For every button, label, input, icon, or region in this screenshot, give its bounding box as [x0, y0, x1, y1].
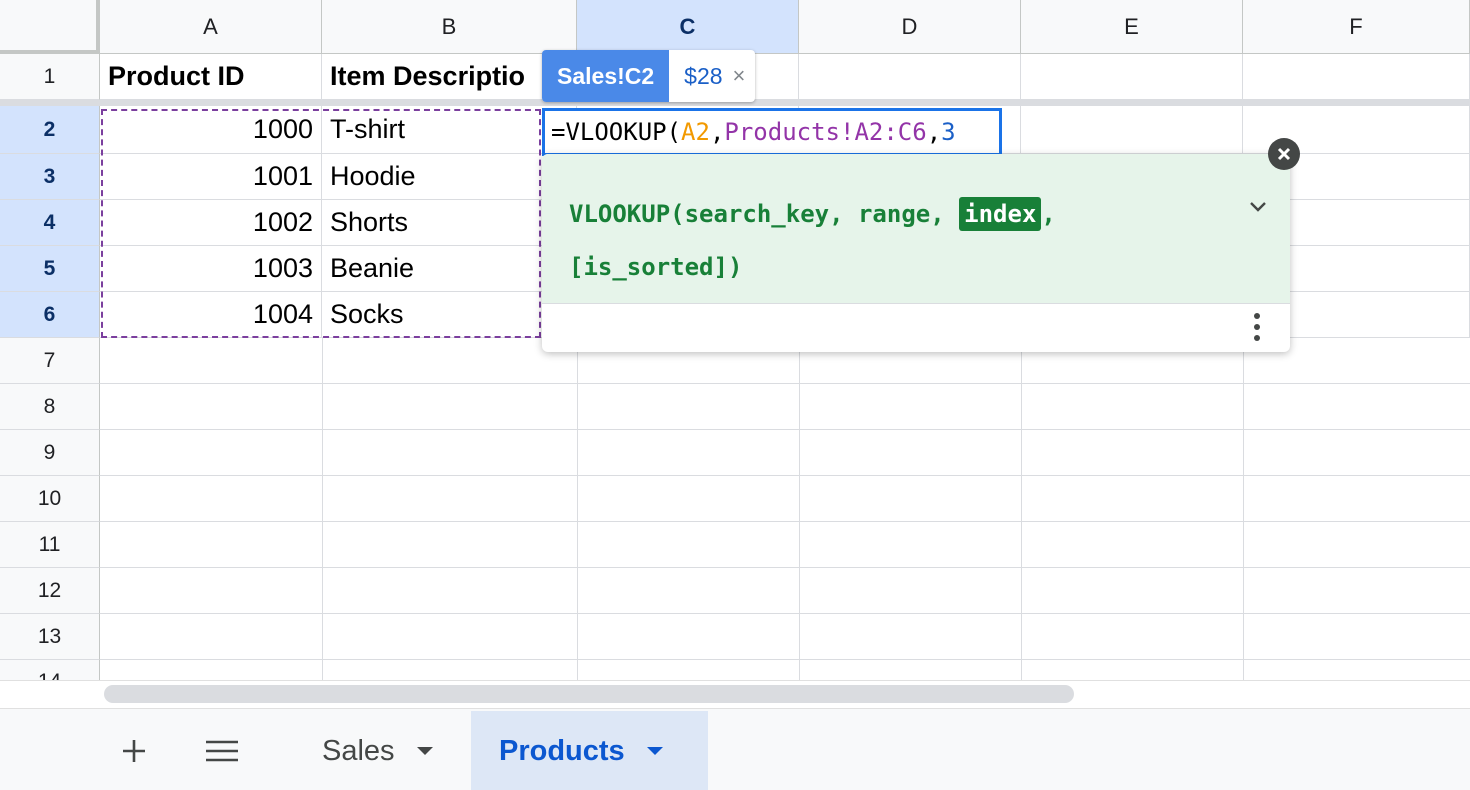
column-header-c[interactable]: C: [577, 0, 799, 54]
row-header-5[interactable]: 5: [0, 246, 100, 292]
close-icon[interactable]: ×: [733, 63, 746, 89]
sheet-tab-products[interactable]: Products: [471, 711, 708, 790]
formula-arg-search-key: A2: [681, 118, 710, 146]
sheet-tab-label: Sales: [322, 735, 395, 768]
add-sheet-button[interactable]: [112, 729, 156, 773]
cell-a5[interactable]: 1003: [100, 246, 322, 292]
row-header-3[interactable]: 3: [0, 154, 100, 200]
formula-help-footer: [542, 303, 1290, 352]
chevron-down-icon[interactable]: [1246, 194, 1270, 218]
row-13-cells[interactable]: [100, 614, 1470, 660]
column-gridlines: [799, 338, 800, 680]
horizontal-scrollbar-thumb[interactable]: [104, 685, 1074, 703]
sheet-tab-label: Products: [499, 735, 625, 768]
signature-end: ,: [1041, 200, 1055, 228]
row-header-4[interactable]: 4: [0, 200, 100, 246]
column-gridlines: [1243, 338, 1244, 680]
formula-signature-line2: [is_sorted]): [569, 241, 1230, 294]
signature-current-arg: index: [959, 197, 1041, 231]
formula-arg-range: Products!A2:C6: [724, 118, 926, 146]
row-header-14[interactable]: 14: [0, 660, 100, 680]
formula-function-token: =VLOOKUP(: [551, 118, 681, 146]
cell-e1[interactable]: [1021, 54, 1243, 100]
cell-a6[interactable]: 1004: [100, 292, 322, 338]
row-header-1[interactable]: 1: [0, 54, 100, 100]
cell-reference-value: $28 ×: [669, 50, 755, 102]
cell-b4[interactable]: Shorts: [322, 200, 577, 246]
column-gridlines: [322, 338, 323, 680]
column-header-f[interactable]: F: [1243, 0, 1470, 54]
cell-a1[interactable]: Product ID: [100, 54, 322, 100]
cell-a3[interactable]: 1001: [100, 154, 322, 200]
cell-b2[interactable]: T-shirt: [322, 106, 577, 154]
cell-b1[interactable]: Item Descriptio: [322, 54, 577, 100]
row-header-13[interactable]: 13: [0, 614, 100, 660]
sheet-tab-sales[interactable]: Sales: [294, 711, 461, 790]
formula-signature-line1: VLOOKUP(search_key, range, index,: [569, 188, 1230, 241]
cell-reference-chip[interactable]: Sales!C2 $28 ×: [542, 50, 755, 102]
formula-arg-index: 3: [941, 118, 955, 146]
cell-f1[interactable]: [1243, 54, 1470, 100]
row-9-cells[interactable]: [100, 430, 1470, 476]
formula-separator: ,: [710, 118, 724, 146]
column-header-a[interactable]: A: [100, 0, 322, 54]
row-header-10[interactable]: 10: [0, 476, 100, 522]
signature-start: VLOOKUP(search_key, range,: [569, 200, 959, 228]
row-header-8[interactable]: 8: [0, 384, 100, 430]
cell-reference-label: Sales!C2: [542, 50, 669, 102]
cell-b3[interactable]: Hoodie: [322, 154, 577, 200]
row-header-11[interactable]: 11: [0, 522, 100, 568]
cell-d1[interactable]: [799, 54, 1021, 100]
dropdown-arrow-icon[interactable]: [647, 747, 663, 755]
formula-cell-editor[interactable]: =VLOOKUP(A2,Products!A2:C6,3: [542, 108, 1002, 156]
column-header-d[interactable]: D: [799, 0, 1021, 54]
row-11-cells[interactable]: [100, 522, 1470, 568]
plus-icon: [121, 738, 147, 764]
cell-e2[interactable]: [1021, 106, 1243, 154]
column-gridlines: [577, 338, 578, 680]
row-8-cells[interactable]: [100, 384, 1470, 430]
formula-separator: ,: [927, 118, 941, 146]
dropdown-arrow-icon[interactable]: [417, 747, 433, 755]
row-header-7[interactable]: 7: [0, 338, 100, 384]
row-12-cells[interactable]: [100, 568, 1470, 614]
row-header-9[interactable]: 9: [0, 430, 100, 476]
column-header-b[interactable]: B: [322, 0, 577, 54]
column-gridlines: [1021, 338, 1022, 680]
cell-reference-value-text: $28: [684, 63, 722, 90]
select-all-corner[interactable]: [0, 0, 100, 54]
cell-b6[interactable]: Socks: [322, 292, 577, 338]
more-options-icon[interactable]: [1254, 312, 1260, 342]
close-help-icon[interactable]: [1268, 138, 1300, 170]
formula-help-popup[interactable]: VLOOKUP(search_key, range, index, [is_so…: [542, 154, 1290, 352]
cell-a4[interactable]: 1002: [100, 200, 322, 246]
cell-b5[interactable]: Beanie: [322, 246, 577, 292]
row-header-2[interactable]: 2: [0, 106, 100, 154]
formula-signature[interactable]: VLOOKUP(search_key, range, index, [is_so…: [542, 154, 1290, 303]
row-header-6[interactable]: 6: [0, 292, 100, 338]
sheet-tab-bar: Sales Products: [0, 708, 1470, 790]
cell-a2[interactable]: 1000: [100, 106, 322, 154]
all-sheets-button[interactable]: [200, 729, 244, 773]
row-10-cells[interactable]: [100, 476, 1470, 522]
menu-icon: [205, 739, 239, 763]
row-header-12[interactable]: 12: [0, 568, 100, 614]
column-header-e[interactable]: E: [1021, 0, 1243, 54]
